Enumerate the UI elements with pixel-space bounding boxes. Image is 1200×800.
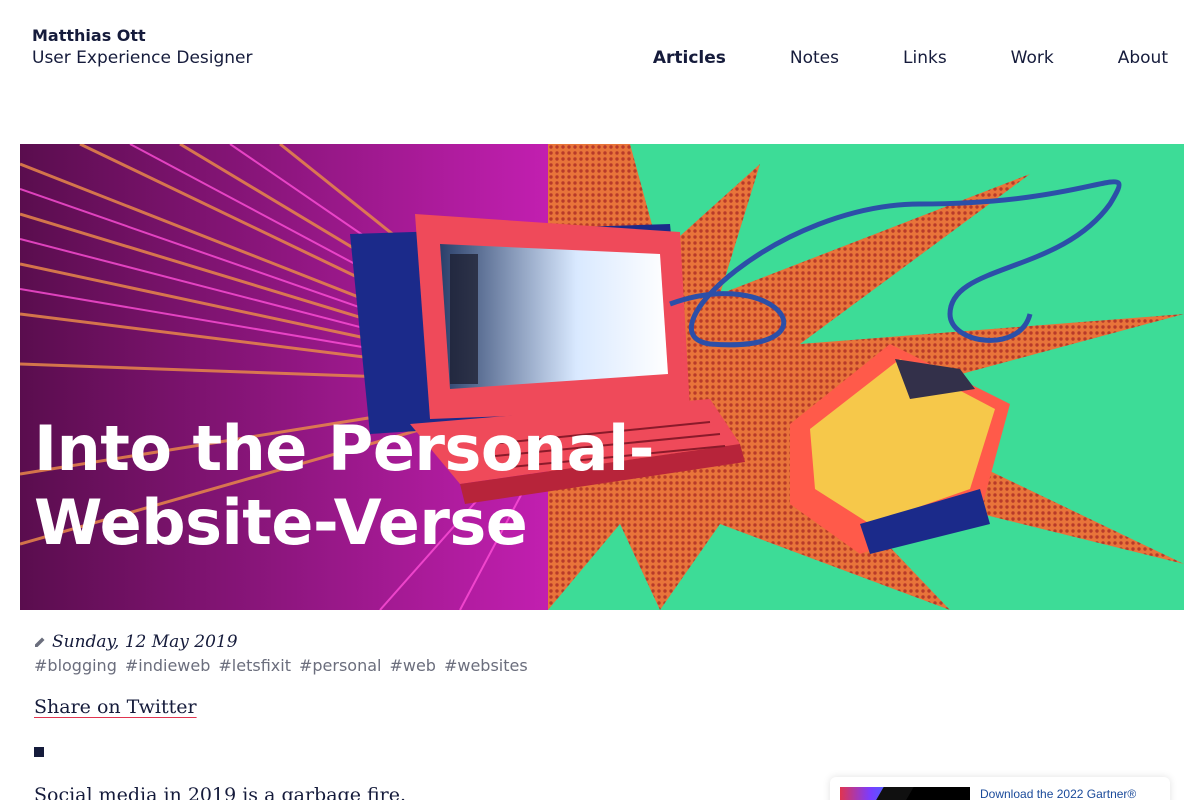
site-name-link[interactable]: Matthias Ott [32,26,253,46]
tag-link[interactable]: #websites [444,656,528,675]
ad-text[interactable]: Download the 2022 Gartner® [980,787,1136,800]
publish-date: Sunday, 12 May 2019 [52,632,238,652]
pencil-icon [35,637,45,647]
nav-notes[interactable]: Notes [790,46,839,70]
tag-link[interactable]: #indieweb [125,656,211,675]
article-title-line-1: Into the Personal- [34,412,654,485]
share-on-twitter-link[interactable]: Share on Twitter [34,696,197,718]
tag-link[interactable]: #blogging [34,656,117,675]
nav-articles[interactable]: Articles [653,46,726,70]
article-meta: Sunday, 12 May 2019 #blogging #indieweb … [34,632,528,675]
tag-link[interactable]: #letsfixit [218,656,291,675]
tag-link[interactable]: #personal [299,656,382,675]
section-marker [34,747,44,757]
tag-link[interactable]: #web [389,656,436,675]
site-header: Matthias Ott User Experience Designer [32,26,253,70]
article-intro: Social media in 2019 is a garbage fire. [34,784,407,800]
ad-image[interactable] [840,787,970,800]
tag-list: #blogging #indieweb #letsfixit #personal… [34,656,528,675]
nav-links[interactable]: Links [903,46,947,70]
nav-work[interactable]: Work [1011,46,1054,70]
hero-banner: Into the Personal- Website-Verse [20,144,1184,610]
site-role: User Experience Designer [32,48,253,68]
date-line: Sunday, 12 May 2019 [34,632,528,652]
article-title: Into the Personal- Website-Verse [34,412,654,560]
sponsored-ad[interactable]: Download the 2022 Gartner® [830,777,1170,800]
nav-about[interactable]: About [1118,46,1168,70]
article-title-line-2: Website-Verse [34,486,528,559]
main-nav: Articles Notes Links Work About [589,46,1168,70]
